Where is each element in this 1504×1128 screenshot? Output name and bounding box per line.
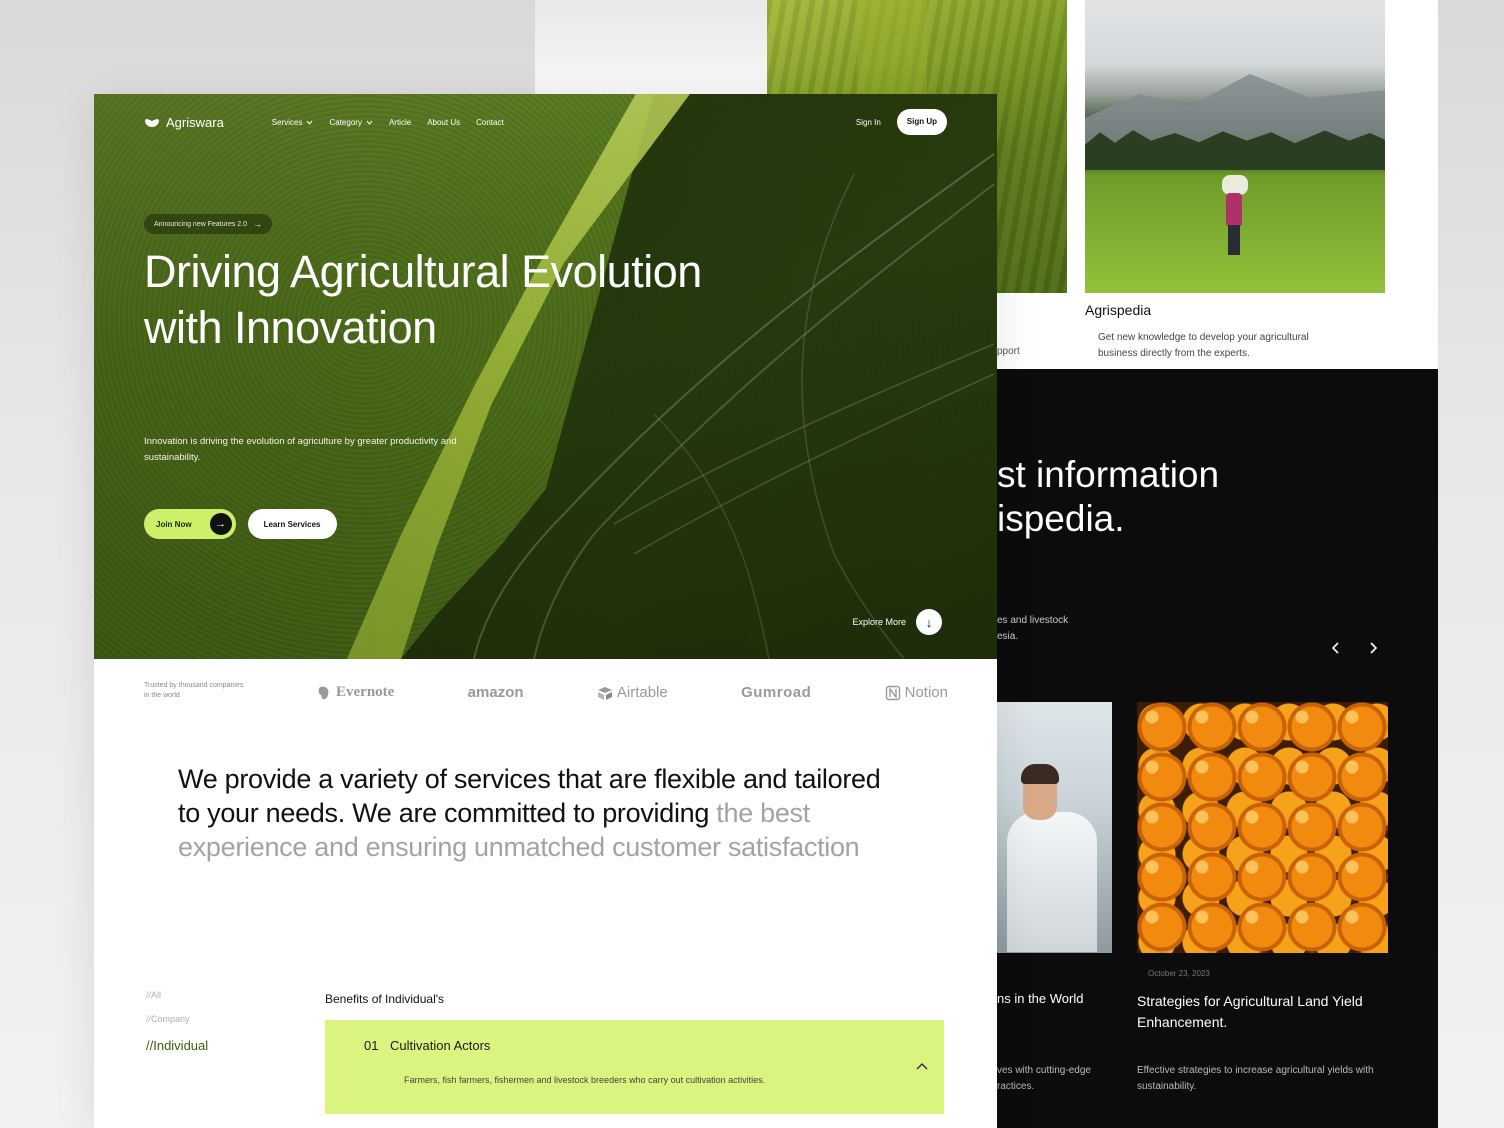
benefit-description: Farmers, fish farmers, fishermen and liv…	[404, 1075, 766, 1085]
filter-individual[interactable]: //Individual	[146, 1038, 208, 1053]
nav-item-label: About Us	[427, 117, 461, 127]
benefit-accordion-item[interactable]: 01 Cultivation Actors Farmers, fish farm…	[325, 1020, 944, 1114]
brand-logo[interactable]: Agriswara	[144, 115, 224, 130]
nav-item-category[interactable]: Category	[329, 117, 373, 127]
agrispedia-description: Get new knowledge to develop your agricu…	[1098, 332, 1309, 359]
arrow-right-icon: →	[253, 219, 263, 229]
chevron-down-icon	[307, 120, 313, 125]
background-page-strip	[535, 0, 767, 94]
article-card-image-oranges[interactable]	[1137, 702, 1388, 953]
explore-more-button[interactable]: Explore More ↓	[852, 609, 942, 635]
join-now-label: Join Now	[156, 519, 192, 529]
hero-description: Innovation is driving the evolution of a…	[144, 436, 457, 463]
nav-item-about-us[interactable]: About Us	[427, 118, 460, 127]
auth-actions: Sign In Sign Up	[856, 109, 947, 135]
landing-page: Agriswara Services Category Article Abou…	[94, 94, 997, 1128]
leaf-logo-icon	[145, 118, 159, 127]
services-statement: We provide a variety of services that ar…	[178, 762, 898, 864]
arrow-right-icon: →	[209, 513, 232, 535]
evernote-logo: Evernote	[316, 684, 394, 701]
trusted-by-text: Trusted by thousand companies in the wor…	[144, 682, 244, 699]
articles-section: st information ispedia. es and livestock…	[997, 369, 1438, 1128]
brand-label: amazon	[467, 684, 524, 701]
partner-logos: Evernote amazon Airtable Gumroad Notion	[316, 684, 948, 701]
nav-item-article[interactable]: Article	[389, 118, 411, 127]
notion-logo: Notion	[885, 684, 948, 701]
airtable-box-icon	[597, 686, 612, 700]
benefits-title: Benefits of Individual's	[325, 992, 445, 1006]
announcement-badge[interactable]: Announcing new Features 2.0 →	[144, 214, 273, 234]
top-navigation: Agriswara Services Category Article Abou…	[144, 108, 947, 136]
chevron-up-icon[interactable]	[916, 1062, 928, 1070]
hero-title-line: Driving Agricultural Evolution	[144, 246, 702, 297]
nav-item-label: Services	[271, 117, 303, 127]
brand-label: Gumroad	[741, 684, 812, 701]
hero-actions: Join Now → Learn Services	[144, 509, 337, 539]
articles-subtext: es and livestock esia.	[997, 615, 1069, 642]
arrow-down-icon: ↓	[916, 609, 942, 635]
hero-title-line: with Innovation	[144, 302, 437, 353]
hero-section: Agriswara Services Category Article Abou…	[94, 94, 997, 659]
explore-more-label: Explore More	[852, 617, 906, 627]
nav-item-label: Contact	[476, 117, 504, 127]
article-desc-left: ves with cutting-edge ractices.	[997, 1065, 1091, 1092]
filter-company[interactable]: //Company	[146, 1014, 208, 1024]
articles-heading: st information ispedia.	[997, 454, 1220, 539]
chevron-right-icon	[1370, 642, 1378, 654]
article-title-left[interactable]: ns in the World	[997, 991, 1083, 1006]
brand-label: Evernote	[336, 684, 395, 700]
chevron-down-icon	[366, 120, 373, 125]
nav-item-contact[interactable]: Contact	[476, 118, 504, 127]
nav-item-label: Article	[388, 117, 412, 127]
carousel-next-button[interactable]	[1361, 639, 1385, 663]
benefit-number: 01	[364, 1038, 379, 1053]
amazon-logo: amazon	[468, 684, 524, 701]
evernote-elephant-icon	[318, 686, 329, 699]
article-date: October 23, 2023	[1148, 969, 1210, 978]
benefit-title: Cultivation Actors	[390, 1038, 491, 1053]
brand-label: Notion	[904, 684, 948, 701]
hero-title: Driving Agricultural Evolution with Inno…	[144, 244, 764, 356]
audience-filters: //All //Company //Individual	[146, 990, 208, 1053]
nav-item-services[interactable]: Services	[272, 118, 314, 127]
sign-up-button[interactable]: Sign Up	[896, 109, 947, 135]
brand-label: Airtable	[616, 684, 668, 701]
support-text-fragment: pport	[997, 346, 1020, 357]
agrispedia-title[interactable]: Agrispedia	[1085, 302, 1151, 318]
article-card-image-lab[interactable]	[997, 702, 1112, 953]
announcement-text: Announcing new Features 2.0	[154, 220, 248, 228]
gumroad-logo: Gumroad	[741, 684, 811, 701]
join-now-button[interactable]: Join Now →	[144, 509, 236, 539]
airtable-logo: Airtable	[597, 684, 668, 701]
chevron-left-icon	[1331, 642, 1339, 654]
article-title-right[interactable]: Strategies for Agricultural Land Yield E…	[1137, 991, 1377, 1033]
nav-links: Services Category Article About Us Conta…	[272, 118, 504, 127]
nav-item-label: Category	[329, 117, 362, 127]
carousel-prev-button[interactable]	[1324, 639, 1348, 663]
learn-services-button[interactable]: Learn Services	[247, 509, 337, 539]
article-desc-right: Effective strategies to increase agricul…	[1137, 1065, 1374, 1092]
notion-n-icon	[885, 685, 900, 700]
filter-all[interactable]: //All	[146, 990, 208, 1000]
sign-in-link[interactable]: Sign In	[856, 118, 881, 127]
farmer-field-image	[1085, 0, 1385, 293]
brand-name: Agriswara	[166, 114, 224, 130]
